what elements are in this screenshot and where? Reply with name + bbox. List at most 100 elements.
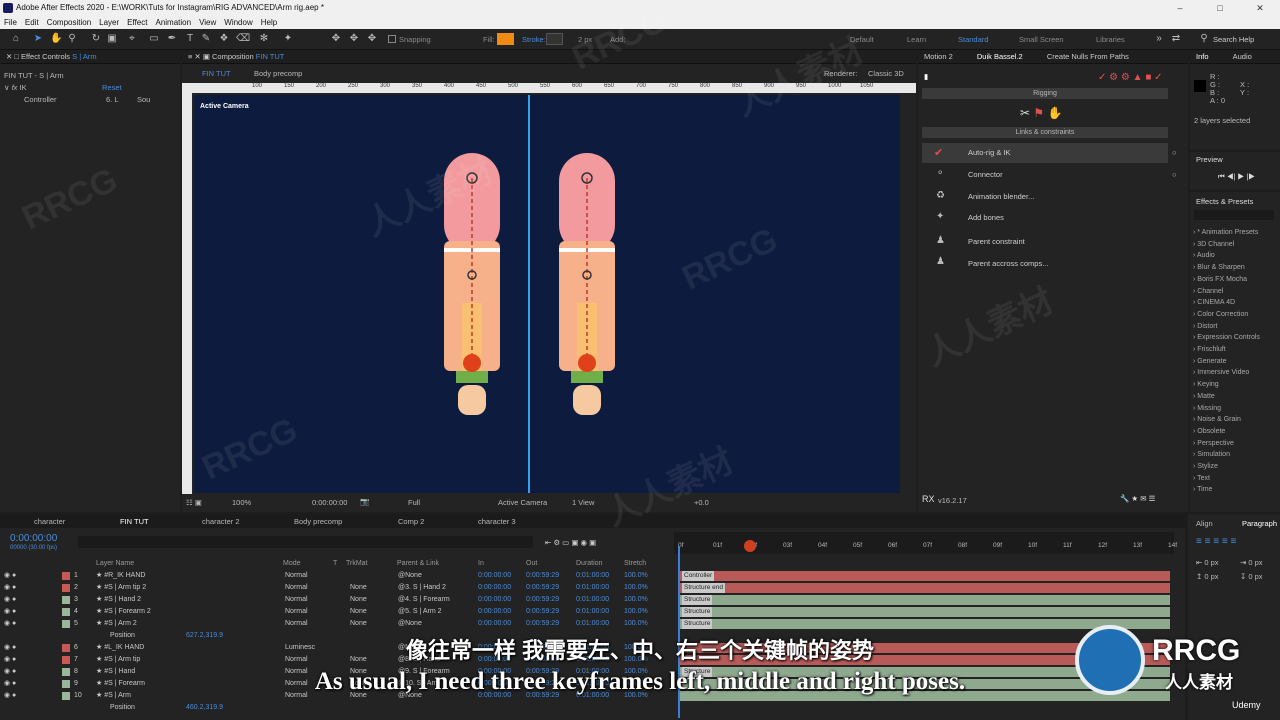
effects-search-input[interactable] (1194, 210, 1274, 220)
menu-animation[interactable]: Animation (151, 16, 195, 29)
tab-align[interactable]: Align (1196, 519, 1213, 528)
fx-ik-row[interactable]: ∨ fx IK (4, 83, 27, 92)
label-color[interactable] (62, 596, 70, 604)
tab-audio[interactable]: Audio (1233, 52, 1252, 61)
menu-composition[interactable]: Composition (43, 16, 95, 29)
composition-tab[interactable]: Composition (212, 52, 254, 61)
reset-link[interactable]: Reset (102, 83, 122, 92)
fill-swatch[interactable] (497, 33, 514, 45)
layer-name[interactable]: ★ # R_IK HAND (96, 570, 145, 582)
subtab-fin-tut[interactable]: FIN TUT (202, 69, 231, 78)
resolution-dropdown[interactable]: Full (408, 498, 420, 507)
timeline-timecode[interactable]: 0:00:00:00 (10, 533, 57, 544)
effects-category[interactable]: › Obsolete (1193, 428, 1225, 435)
grid-toggle-icon[interactable]: ☷ ▣ (186, 498, 202, 507)
layer-out[interactable]: 0:00:59:29 (526, 594, 559, 606)
position-property-row[interactable]: Position 460.2,319.9 (0, 702, 676, 714)
arm-right[interactable] (559, 153, 615, 415)
auto-rig-row[interactable] (922, 143, 1168, 163)
layer-name[interactable]: ★ # S | Forearm 2 (96, 606, 151, 618)
layer-parent[interactable]: @ 4. S | Forearm (398, 594, 450, 606)
connector-settings-icon[interactable]: ○ (1172, 170, 1177, 179)
playback-controls[interactable]: ⏮ ◀| ▶ |▶ (1218, 172, 1255, 182)
effects-category[interactable]: › Stylize (1193, 463, 1218, 470)
connector-label[interactable]: Connector (968, 170, 1003, 179)
controller-dropdown[interactable]: 6. L (106, 95, 119, 104)
layer-name[interactable]: ★ # S | Hand 2 (96, 594, 141, 606)
layer-in[interactable]: 0:00:00:00 (478, 594, 511, 606)
indent-right[interactable]: ⇥ 0 px (1240, 558, 1263, 567)
layer-duration[interactable]: 0:01:00:00 (576, 618, 609, 630)
rotate-tool-icon[interactable]: ↻ (90, 33, 102, 45)
comp-canvas[interactable]: Active Camera (194, 95, 900, 493)
sync-icon[interactable]: ⇄ (1170, 33, 1182, 45)
workspace-libraries[interactable]: Libraries (1096, 35, 1125, 44)
tab-paragraph[interactable]: Paragraph (1242, 519, 1277, 528)
visibility-icon[interactable]: ◉ ● (4, 606, 16, 618)
effects-category[interactable]: › * Animation Presets (1193, 229, 1258, 236)
visibility-icon[interactable]: ◉ ● (4, 618, 16, 630)
minimize-icon[interactable]: – (1160, 0, 1200, 16)
effects-category[interactable]: › Boris FX Mocha (1193, 276, 1247, 283)
layer-trkmat[interactable]: None (350, 618, 367, 630)
visibility-icon[interactable]: ◉ ● (4, 582, 16, 594)
layer-trkmat[interactable]: None (350, 594, 367, 606)
layer-mode[interactable]: Normal (285, 594, 308, 606)
snapping-checkbox[interactable] (388, 35, 396, 43)
effects-category[interactable]: › Generate (1193, 358, 1226, 365)
layer-duration[interactable]: 0:01:00:00 (576, 570, 609, 582)
zoom-dropdown[interactable]: 100% (232, 498, 251, 507)
effects-category[interactable]: › Audio (1193, 252, 1215, 259)
effects-category[interactable]: › Keying (1193, 381, 1219, 388)
effects-category[interactable]: › Missing (1193, 405, 1221, 412)
label-color[interactable] (62, 608, 70, 616)
layer-duration-bar[interactable]: Structure (680, 595, 1170, 605)
timeline-tab[interactable]: character (34, 517, 65, 526)
roto-brush-tool-icon[interactable]: ✻ (258, 33, 270, 45)
layer-parent[interactable]: @ None (398, 570, 422, 582)
layer-duration[interactable]: 0:01:00:00 (576, 594, 609, 606)
layer-in[interactable]: 0:00:00:00 (478, 582, 511, 594)
effects-category[interactable]: › Immersive Video (1193, 369, 1249, 376)
layer-parent[interactable]: @ 5. S | Arm 2 (398, 606, 442, 618)
pen-tool-icon[interactable]: ✒ (166, 33, 178, 45)
menu-window[interactable]: Window (220, 16, 256, 29)
stroke-swatch[interactable] (546, 33, 563, 45)
puppet-tool-icon[interactable]: ✦ (282, 33, 294, 45)
duik-home-icon[interactable]: ▮ (924, 72, 928, 81)
timeline-switch-icons[interactable]: ⇤ ⚙ ▭ ▣ ◉ ▣ (545, 538, 596, 547)
timeline-tab[interactable]: character 2 (202, 517, 240, 526)
timeline-tab[interactable]: Body precomp (294, 517, 342, 526)
layer-out[interactable]: 0:00:59:29 (526, 570, 559, 582)
layer-row[interactable]: ◉ ● 2 ★ # S | Arm tip 2 Normal None @ 3. S | … (0, 582, 676, 594)
axis-world-icon[interactable]: ✥ (348, 33, 360, 45)
layer-row[interactable]: ◉ ● 1 ★ # R_IK HAND Normal @ None 0:00:00:00 0… (0, 570, 676, 582)
layer-stretch[interactable]: 100.0% (624, 618, 648, 630)
effects-category[interactable]: › Text (1193, 475, 1210, 482)
effects-category[interactable]: › Perspective (1193, 440, 1234, 447)
layer-stretch[interactable]: 100.0% (624, 594, 648, 606)
view-layout-dropdown[interactable]: 1 View (572, 498, 594, 507)
layer-duration-bar[interactable]: Controller (680, 571, 1170, 581)
layer-name[interactable]: ★ # S | Arm tip 2 (96, 582, 146, 594)
menu-edit[interactable]: Edit (21, 16, 43, 29)
layer-duration[interactable]: 0:01:00:00 (576, 582, 609, 594)
layer-in[interactable]: 0:00:00:00 (478, 570, 511, 582)
snapshot-icon[interactable]: 📷 (360, 497, 369, 506)
layer-stretch[interactable]: 100.0% (624, 582, 648, 594)
effects-category[interactable]: › Matte (1193, 393, 1215, 400)
search-icon[interactable]: ⚲ (1198, 33, 1210, 45)
effects-category[interactable]: › Time (1193, 486, 1212, 493)
effects-category[interactable]: › Color Correction (1193, 311, 1248, 318)
layer-stretch[interactable]: 100.0% (624, 606, 648, 618)
camera-tool-icon[interactable]: ▣ (106, 33, 118, 45)
workspace-standard[interactable]: Standard (958, 35, 988, 44)
duik-footer-icons[interactable]: 🔧 ★ ✉ ☰ (1120, 494, 1155, 503)
zoom-tool-icon[interactable]: ⚲ (66, 33, 78, 45)
home-icon[interactable]: ⌂ (10, 33, 22, 45)
subtab-body-precomp[interactable]: Body precomp (254, 69, 302, 78)
exposure-value[interactable]: +0.0 (694, 498, 709, 507)
effect-controls-tab[interactable]: Effect Controls (21, 52, 70, 61)
maximize-icon[interactable]: □ (1200, 0, 1240, 16)
paragraph-align-icons[interactable]: ≡ ≡ ≡ ≡ ≡ (1196, 536, 1236, 547)
